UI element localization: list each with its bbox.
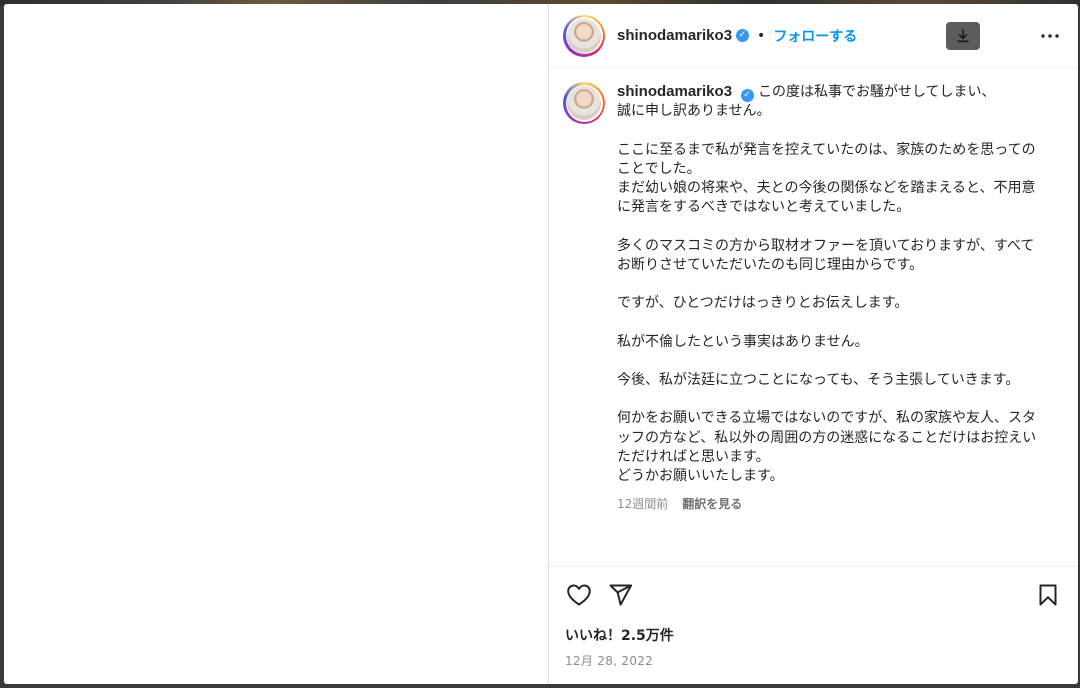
separator-dot: • [757, 27, 766, 44]
header-username[interactable]: shinodamariko3 [617, 27, 732, 44]
post-media-area [4, 4, 549, 684]
post-side-panel: shinodamariko3 ✓ • フォローする shinodamariko3… [549, 4, 1078, 684]
download-icon [957, 29, 969, 43]
time-ago[interactable]: 12週間前 [617, 495, 668, 512]
avatar-photo [567, 18, 601, 53]
likes-count[interactable]: いいね！2.5万件 [565, 625, 674, 645]
caption-avatar[interactable] [563, 82, 605, 124]
post-modal: shinodamariko3 ✓ • フォローする shinodamariko3… [4, 4, 1078, 684]
caption-meta: 12週間前 翻訳を見る [617, 495, 1037, 512]
caption-text: この度は私事でお騒がせしてしまい、 誠に申し訳ありません。 ここに至るまで私が発… [617, 84, 1037, 485]
download-button[interactable] [946, 22, 980, 50]
caption-username[interactable]: shinodamariko3 [617, 83, 732, 100]
caption-body: shinodamariko3 ✓ この度は私事でお騒がせしてしまい、 誠に申し訳… [617, 82, 1037, 512]
window-frame: shinodamariko3 ✓ • フォローする shinodamariko3… [0, 0, 1080, 688]
verified-badge-icon: ✓ [736, 29, 750, 42]
caption-text-block: shinodamariko3 ✓ この度は私事でお騒がせしてしまい、 誠に申し訳… [617, 82, 1037, 486]
more-options-icon[interactable] [1040, 26, 1060, 46]
paper-plane-icon[interactable] [607, 581, 635, 609]
follow-button[interactable]: フォローする [773, 26, 857, 46]
bookmark-icon[interactable] [1034, 581, 1062, 609]
avatar-photo [567, 86, 601, 120]
post-date: 12月 28, 2022 [565, 654, 654, 668]
action-icons [565, 581, 1062, 609]
heart-icon[interactable] [565, 581, 593, 609]
avatar[interactable] [563, 14, 605, 57]
caption: shinodamariko3 ✓ この度は私事でお騒がせしてしまい、 誠に申し訳… [563, 82, 1064, 512]
verified-badge-icon: ✓ [740, 89, 754, 102]
translate-button[interactable]: 翻訳を見る [682, 495, 742, 512]
post-actions: いいね！2.5万件 12月 28, 2022 [549, 566, 1078, 684]
post-header: shinodamariko3 ✓ • フォローする [549, 4, 1078, 68]
comments-area[interactable]: shinodamariko3 ✓ この度は私事でお騒がせしてしまい、 誠に申し訳… [549, 68, 1078, 566]
